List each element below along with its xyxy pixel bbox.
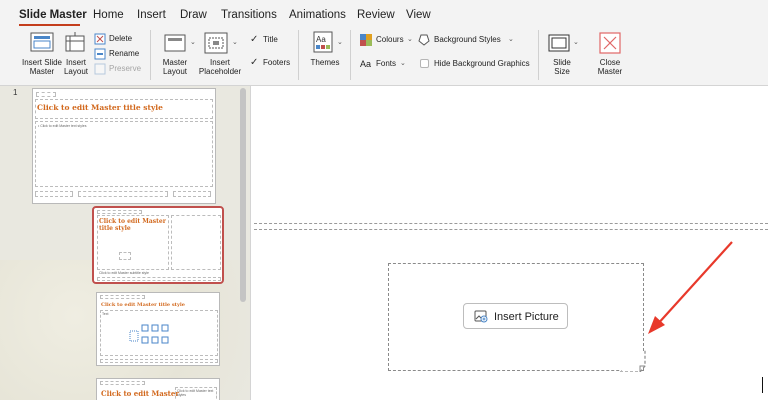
chevron-down-icon: ⌄ [232, 39, 238, 46]
slide-size-label: Slide Size [553, 58, 571, 76]
red-arrow-icon [648, 241, 733, 334]
chevron-down-icon: ⌄ [400, 60, 406, 67]
svg-text:Aa: Aa [316, 35, 326, 44]
thumbnail-text: • Click to edit Master text styles [38, 124, 87, 128]
tab-animations[interactable]: Animations [289, 9, 346, 21]
slide-master-thumbnail[interactable]: Click to edit Master title style • Click… [32, 88, 216, 204]
thumbnail-title: Click to edit Master title style [101, 302, 185, 308]
background-styles-icon [418, 34, 430, 46]
thumbnail-title: Click to edit Master title style [37, 103, 163, 112]
thumbnail-title: Click to edit Master [101, 389, 180, 398]
slide-size-icon [548, 34, 570, 52]
close-master-label: Close Master [597, 58, 623, 76]
chevron-down-icon: ⌄ [407, 36, 413, 43]
insert-slide-master-label: Insert Slide Master [21, 58, 63, 76]
insert-placeholder-icon [204, 32, 228, 54]
preserve-label: Preserve [109, 64, 142, 73]
tab-draw[interactable]: Draw [180, 9, 207, 21]
themes-label: Themes [310, 58, 340, 67]
slide-thumbnail-pane: 1 Click to edit Master title style • Cli… [0, 86, 250, 400]
footer-placeholder-outline [78, 191, 168, 197]
ribbon-separator [150, 30, 151, 80]
colours-label: Colours [376, 35, 404, 44]
insert-picture-button[interactable]: Insert Picture [463, 303, 568, 329]
tab-transitions[interactable]: Transitions [221, 9, 277, 21]
picture-placeholder-outline [171, 215, 221, 270]
preserve-icon [94, 63, 106, 75]
checkbox-icon [420, 59, 429, 68]
folded-corner-icon [620, 350, 646, 372]
tab-home[interactable]: Home [93, 9, 124, 21]
chevron-down-icon: ⌄ [190, 39, 196, 46]
thumbnail-text: Text [102, 312, 109, 316]
title-placeholder-bottom-edge [254, 229, 768, 230]
insert-slide-master-icon [30, 32, 54, 52]
text-placeholder-outline [35, 121, 213, 187]
insert-placeholder-label: Insert Placeholder [198, 58, 242, 76]
colours-icon [360, 34, 372, 46]
thumbnail-text: Click to edit Master subtitle style [99, 271, 149, 275]
footer-placeholder-outline [100, 359, 218, 363]
footer-placeholder-outline [173, 191, 211, 197]
layout-thumbnail[interactable]: Click to edit Master Click to edit Maste… [96, 378, 220, 400]
picture-icon [474, 310, 488, 323]
placeholder-outline [100, 295, 145, 299]
slide-number: 1 [13, 88, 18, 97]
footer-placeholder-outline [97, 277, 221, 281]
title-checkbox-label: Title [263, 35, 278, 44]
chevron-down-icon: ⌄ [573, 39, 579, 46]
tab-insert[interactable]: Insert [137, 9, 166, 21]
picture-icon-outline [119, 252, 131, 260]
ribbon-separator [538, 30, 539, 80]
content-insert-icons [129, 324, 169, 344]
placeholder-outline [100, 381, 145, 385]
tab-review[interactable]: Review [357, 9, 395, 21]
hide-background-graphics-label: Hide Background Graphics [434, 59, 530, 68]
tab-slide-master[interactable]: Slide Master [19, 9, 87, 21]
text-cursor [762, 377, 763, 393]
ribbon-tab-bar: Slide Master Home Insert Draw Transition… [0, 0, 768, 26]
fonts-label: Fonts [376, 59, 397, 68]
title-placeholder-top-edge [254, 223, 768, 224]
layout-thumbnail-selected[interactable]: Click to edit Master title style Click t… [92, 206, 224, 284]
checkmark-icon: ✓ [250, 57, 259, 68]
placeholder-outline [97, 210, 142, 214]
thumbnail-scrollbar-thumb[interactable] [240, 88, 246, 302]
placeholder-outline [36, 92, 56, 97]
footers-checkbox-label: Footers [263, 58, 291, 67]
delete-label: Delete [109, 34, 133, 43]
close-master-icon [599, 32, 621, 54]
insert-picture-label: Insert Picture [494, 311, 559, 323]
checkmark-icon: ✓ [250, 34, 259, 45]
ribbon-separator [298, 30, 299, 80]
insert-layout-label: Insert Layout [63, 58, 89, 76]
fonts-icon: Aa [360, 59, 372, 69]
chevron-down-icon: ⌄ [508, 36, 514, 43]
master-layout-icon [164, 34, 186, 52]
rename-label: Rename [109, 49, 140, 58]
master-layout-label: Master Layout [162, 58, 188, 76]
chevron-down-icon: ⌄ [337, 39, 343, 46]
insert-layout-icon [65, 32, 85, 52]
rename-icon [94, 48, 106, 60]
footer-placeholder-outline [35, 191, 73, 197]
delete-icon [94, 33, 106, 45]
ribbon-separator [350, 30, 351, 80]
thumbnail-text: Click to edit Master text styles [177, 389, 214, 397]
tab-view[interactable]: View [406, 9, 431, 21]
layout-thumbnail[interactable]: Click to edit Master title style Text [96, 292, 220, 366]
thumbnail-title: Click to edit Master title style [99, 218, 166, 232]
ribbon-toolbar: Insert Slide Master Insert Layout Delete R… [0, 26, 768, 86]
themes-icon: Aa [313, 31, 333, 53]
background-styles-label: Background Styles [434, 35, 501, 44]
